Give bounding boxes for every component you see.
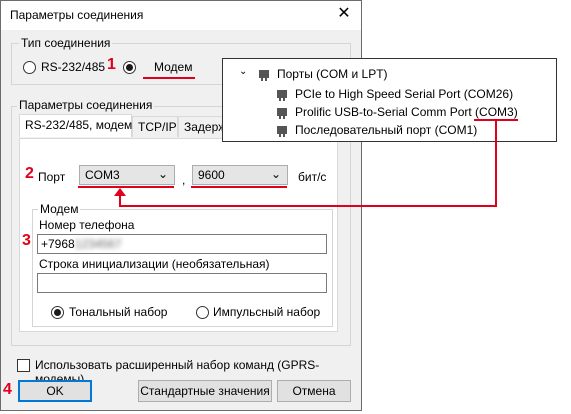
device-item-com3[interactable]: Prolific USB-to-Serial Comm Port (COM3) — [295, 105, 518, 119]
device-item-com1[interactable]: Последовательный порт (COM1) — [295, 123, 477, 137]
step-marker-2: 2 — [25, 165, 34, 182]
modem-underline — [143, 77, 195, 79]
radio-pulse-dial[interactable] — [196, 306, 209, 319]
port-connector-icon — [277, 90, 287, 101]
cancel-button[interactable]: Отмена — [277, 380, 351, 402]
chevron-down-icon[interactable]: ⌄ — [239, 66, 247, 77]
modem-group-label: Модем — [38, 202, 81, 216]
connection-params-label: Параметры соединения — [17, 98, 155, 112]
chevron-down-icon: ⌄ — [270, 167, 281, 181]
chevron-down-icon: ⌄ — [157, 167, 168, 181]
port-select-value: COM3 — [85, 168, 120, 182]
phone-value: +7968 — [41, 237, 75, 251]
ok-button[interactable]: OK — [18, 380, 92, 402]
com3-underline — [474, 119, 518, 121]
tab-tcpip[interactable]: TCP/IP — [132, 116, 178, 137]
phone-hidden-digits: 1234567 — [74, 237, 122, 251]
dialog-title: Параметры соединения — [10, 8, 144, 22]
baud-unit-label: бит/с — [298, 170, 327, 184]
tab-rs232-modem[interactable]: RS-232/485, модем — [19, 114, 132, 137]
title-bar: Параметры соединения ✕ — [1, 1, 361, 30]
port-separator: , — [182, 173, 186, 187]
baud-select[interactable]: 9600 ⌄ — [192, 165, 288, 185]
device-item-com26[interactable]: PCIe to High Speed Serial Port (COM26) — [295, 87, 513, 101]
radio-pulse-dial-label: Импульсный набор — [213, 305, 321, 319]
port-select[interactable]: COM3 ⌄ — [79, 165, 175, 185]
port-label: Порт — [38, 170, 66, 184]
radio-rs232-label: RS-232/485 — [41, 60, 106, 74]
phone-input[interactable]: +79681234567 — [37, 234, 327, 254]
extended-commands-checkbox[interactable] — [17, 359, 30, 372]
baud-select-value: 9600 — [198, 168, 225, 182]
device-manager-callout: ⌄ Порты (COM и LPT) PCIe to High Speed S… — [222, 58, 557, 142]
radio-modem-label: Модем — [154, 60, 193, 74]
baud-underline — [191, 186, 287, 188]
step-marker-3: 3 — [22, 232, 31, 249]
init-string-label: Строка инициализации (необязательная) — [39, 257, 270, 271]
port-connector-icon — [259, 70, 269, 81]
init-string-input[interactable] — [37, 273, 327, 293]
port-connector-icon — [277, 126, 287, 137]
radio-modem[interactable] — [123, 61, 136, 74]
connection-type-label: Тип соединения — [19, 36, 113, 50]
step-marker-4: 4 — [3, 381, 12, 398]
ports-category-label[interactable]: Порты (COM и LPT) — [277, 67, 388, 81]
close-icon[interactable]: ✕ — [332, 3, 356, 25]
port-underline — [78, 186, 174, 188]
step-marker-1: 1 — [107, 56, 116, 73]
radio-rs232[interactable] — [23, 61, 36, 74]
phone-label: Номер телефона — [39, 218, 135, 232]
radio-tone-dial[interactable] — [51, 306, 64, 319]
port-connector-icon — [277, 108, 287, 119]
radio-tone-dial-label: Тональный набор — [69, 305, 168, 319]
defaults-button[interactable]: Стандартные значения — [138, 380, 272, 402]
